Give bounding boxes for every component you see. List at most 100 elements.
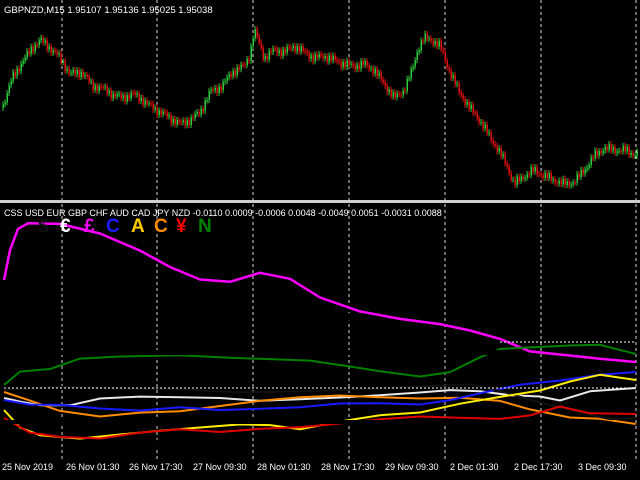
candle-body — [200, 108, 202, 115]
candle-body — [140, 97, 142, 102]
candle-body — [90, 81, 92, 83]
candle-body — [110, 90, 112, 99]
candle-body — [494, 143, 496, 146]
candle-body — [154, 107, 156, 110]
candle-body — [472, 104, 474, 113]
candle-body — [160, 110, 162, 115]
candle-body — [404, 90, 406, 92]
candle-body — [612, 147, 614, 151]
candle-body — [50, 46, 52, 53]
candle-body — [540, 174, 542, 176]
candle-body — [242, 64, 244, 66]
candle-body — [324, 56, 326, 59]
candle-body — [338, 61, 340, 63]
candle-body — [38, 40, 40, 46]
candle-body — [556, 182, 558, 184]
candle-body — [10, 80, 12, 86]
candle-body — [314, 54, 316, 62]
candle-body — [610, 144, 612, 151]
candle-body — [438, 40, 440, 47]
candle-body — [544, 173, 546, 179]
candle-body — [608, 144, 610, 150]
candle-body — [574, 182, 576, 184]
candle-body — [80, 71, 82, 78]
candle-body — [118, 93, 120, 95]
candle-body — [212, 89, 214, 91]
candle-body — [416, 52, 418, 61]
time-label: 25 Nov 2019 — [2, 462, 53, 472]
candle-body — [408, 78, 410, 80]
candle-body — [84, 74, 86, 77]
candle-body — [624, 145, 626, 152]
candle-body — [72, 70, 74, 73]
candle-body — [88, 76, 90, 82]
candle-body — [382, 79, 384, 83]
time-label: 2 Dec 01:30 — [450, 462, 499, 472]
candle-body — [530, 167, 532, 176]
currency-symbol-gbp: £ — [84, 216, 95, 237]
candle-body — [194, 113, 196, 118]
candle-body — [618, 150, 620, 152]
candle-body — [136, 93, 138, 95]
candle-body — [310, 55, 312, 59]
candle-body — [582, 169, 584, 174]
panel-separator[interactable] — [0, 200, 640, 203]
candle-body — [498, 148, 500, 152]
candle-body — [272, 48, 274, 53]
candle-body — [46, 40, 48, 50]
candle-body — [526, 173, 528, 178]
candle-body — [86, 74, 88, 77]
candle-body — [52, 50, 54, 53]
time-label: 29 Nov 09:30 — [385, 462, 439, 472]
candle-body — [630, 153, 632, 155]
candle-body — [248, 58, 250, 61]
candle-body — [636, 151, 638, 156]
trading-chart[interactable]: GBPNZD,M15 1.95107 1.95136 1.95025 1.950… — [0, 0, 640, 480]
candle-body — [268, 50, 270, 60]
currency-symbol-aud: A — [131, 216, 145, 237]
candle-body — [296, 46, 298, 52]
candle-body — [308, 53, 310, 59]
candle-body — [288, 46, 290, 48]
candle-body — [286, 46, 288, 53]
candle-body — [546, 173, 548, 179]
candle-body — [18, 68, 20, 72]
candle-body — [358, 64, 360, 69]
candle-body — [346, 60, 348, 68]
candle-body — [562, 178, 564, 185]
candle-body — [360, 60, 362, 69]
candle-body — [132, 92, 134, 94]
candle-body — [376, 68, 378, 76]
candle-body — [490, 132, 492, 141]
aud-jpy-label: aud+jpy — [316, 434, 374, 451]
candle-body — [54, 50, 56, 52]
safe-sell-zone-bar — [4, 420, 510, 424]
candle-body — [250, 46, 252, 61]
candle-body — [350, 63, 352, 65]
candle-body — [514, 179, 516, 185]
candle-body — [164, 111, 166, 113]
candle-body — [232, 70, 234, 77]
candle-body — [414, 60, 416, 67]
candle-body — [178, 119, 180, 123]
candle-body — [570, 184, 572, 186]
candle-body — [130, 92, 132, 99]
candle-body — [168, 115, 170, 117]
candle-body — [538, 173, 540, 175]
candle-body — [150, 103, 152, 105]
candle-body — [198, 111, 200, 115]
candle-body — [492, 140, 494, 144]
candle-body — [290, 47, 292, 49]
candle-body — [590, 157, 592, 166]
candle-body — [70, 72, 72, 74]
candle-body — [614, 147, 616, 154]
candle-body — [180, 122, 182, 124]
candle-body — [452, 75, 454, 79]
candle-body — [482, 122, 484, 129]
candle-body — [534, 167, 536, 172]
candle-body — [420, 40, 422, 51]
candle-body — [208, 91, 210, 101]
candle-body — [210, 89, 212, 92]
candle-body — [100, 86, 102, 88]
candle-body — [616, 151, 618, 154]
